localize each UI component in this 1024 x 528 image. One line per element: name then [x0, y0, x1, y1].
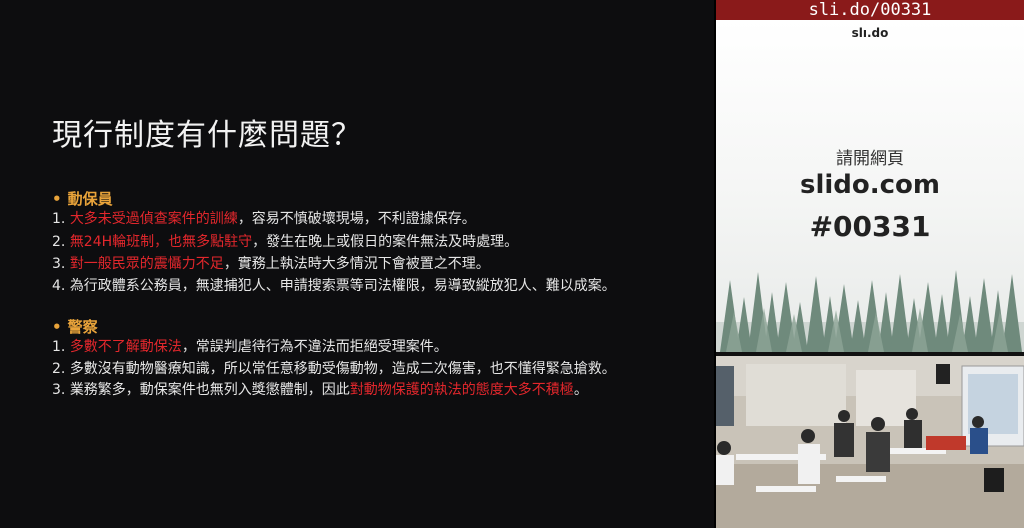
- classroom-camera-feed: [716, 356, 1024, 528]
- presentation-slide: 現行制度有什麼問題？ • 動保員 1. 大多未受過偵查案件的訓練，容易不慎破壞現場…: [0, 0, 714, 528]
- slido-card: slı.do 請開網頁 slido.com #00331: [716, 20, 1024, 352]
- list-item: 2. 多數沒有動物醫療知識，所以常任意移動受傷動物，造成二次傷害，也不懂得緊急搶…: [52, 361, 616, 377]
- list-item: 4. 為行政體系公務員，無逮捕犯人、申請搜索票等司法權限，易導致縱放犯人、難以成…: [52, 278, 616, 294]
- slido-banner: sli.do/00331: [716, 0, 1024, 20]
- slido-logo: slı.do: [851, 26, 889, 40]
- section-label-animal-protection-officer: • 動保員: [52, 190, 113, 208]
- slido-event-code: #00331: [809, 210, 931, 243]
- list-item: 2. 無24H輪班制，也無多點駐守，發生在晚上或假日的案件無法及時處理。: [52, 234, 519, 250]
- list-item: 3. 對一般民眾的震懾力不足，實務上執法時大多情況下會被置之不理。: [52, 256, 490, 272]
- slido-url: slido.com: [799, 170, 941, 200]
- list-item: 1. 大多未受過偵查案件的訓練，容易不慎破壞現場，不利證據保存。: [52, 211, 476, 227]
- list-item: 3. 業務繁多，動保案件也無列入獎懲體制，因此對動物保護的執法的態度大多不積極。: [52, 382, 588, 398]
- slide-title: 現行制度有什麼問題？: [52, 118, 362, 153]
- list-item: 1. 多數不了解動保法，常誤判虐待行為不違法而拒絕受理案件。: [52, 339, 448, 355]
- forest-illustration: [716, 270, 1024, 352]
- sidebar-panel: sli.do/00331 slı.do 請開網頁 slido.com #0033…: [716, 0, 1024, 528]
- section-label-police: • 警察: [52, 318, 98, 336]
- slido-prompt: 請開網頁: [836, 149, 904, 169]
